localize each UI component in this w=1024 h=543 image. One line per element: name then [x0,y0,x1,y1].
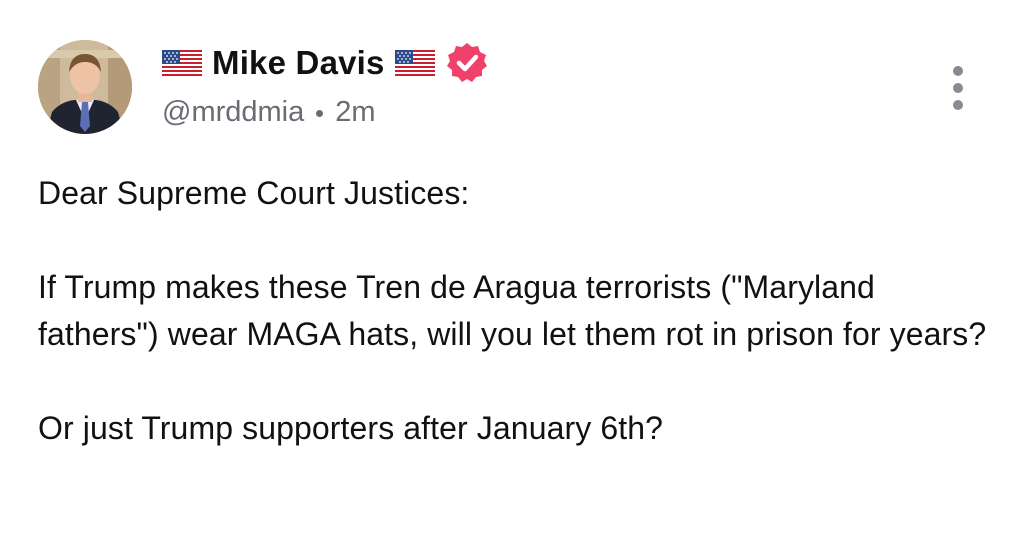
post-body: Dear Supreme Court Justices: If Trump ma… [38,170,988,452]
avatar[interactable] [38,40,132,134]
author-handle[interactable]: @mrddmia [162,96,304,129]
post-header: Mike Davis @mrddmia 2m [162,40,489,134]
post-timestamp[interactable]: 2m [335,96,375,129]
post-card: Mike Davis @mrddmia 2m Dear Supreme Cour… [0,0,1024,543]
more-vertical-icon-dot [953,83,963,93]
author-meta-row: @mrddmia 2m [162,90,489,134]
author-name-row: Mike Davis [162,40,489,86]
us-flag-icon [394,50,435,76]
post-paragraph: Dear Supreme Court Justices: [38,175,470,211]
more-vertical-icon-dot [953,66,963,76]
avatar-image [38,40,132,134]
more-options-button[interactable] [940,62,976,114]
post-paragraph: Or just Trump supporters after January 6… [38,410,664,446]
post-paragraph: If Trump makes these Tren de Aragua terr… [38,269,987,352]
author-display-name[interactable]: Mike Davis [212,44,385,82]
more-vertical-icon-dot [953,100,963,110]
verified-badge-icon [446,43,487,82]
separator-dot [316,109,324,117]
us-flag-icon [162,50,202,76]
